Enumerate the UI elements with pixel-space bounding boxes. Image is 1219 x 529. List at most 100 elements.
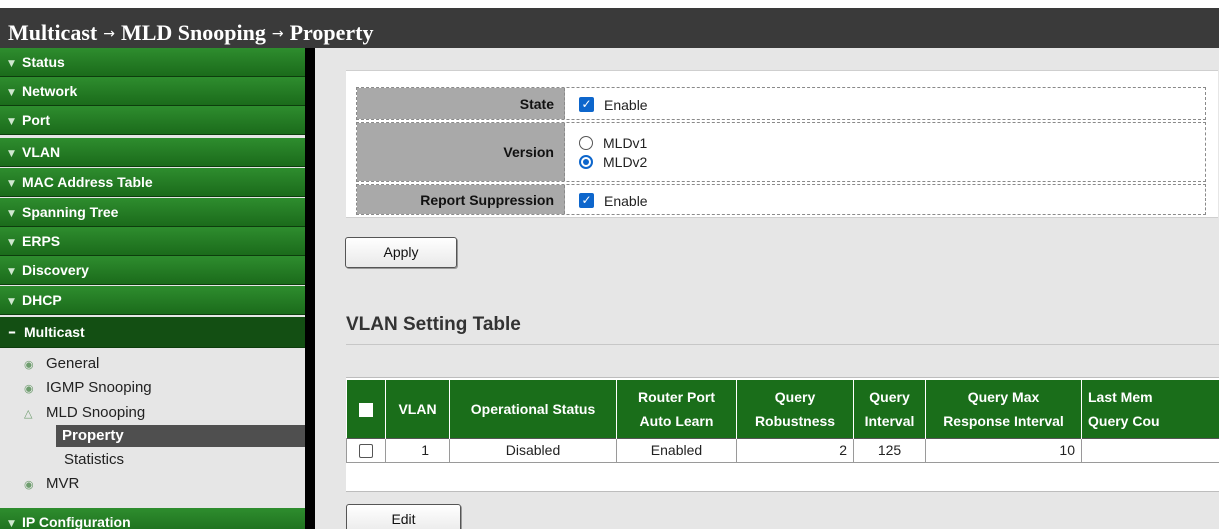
report-suppression-value: ✓ Enable [565, 185, 1205, 214]
header-query-interval: Query Interval [853, 380, 926, 438]
report-suppression-label: Report Suppression [357, 185, 565, 214]
cell-router-port-auto-learn: Enabled [616, 437, 737, 463]
header-query-max-response-interval: Query Max Response Interval [925, 380, 1082, 438]
mldv1-radio[interactable] [579, 135, 593, 150]
cell-last-member-query-count [1081, 437, 1219, 463]
header-line: Query Max [967, 388, 1040, 405]
apply-button[interactable]: Apply [345, 237, 457, 268]
state-label: State [357, 88, 565, 119]
sidebar-item-status[interactable]: ▼ Status [0, 48, 305, 77]
sidebar-item-erps[interactable]: ▼ ERPS [0, 227, 305, 256]
sidebar-item-label: MAC Address Table [22, 174, 153, 190]
state-value: ✓ Enable [565, 88, 1205, 119]
cell-operational-status: Disabled [449, 437, 617, 463]
sidebar: ▼ Status ▼ Network ▼ Port ▼ VLAN ▼ MAC Addres… [0, 48, 305, 529]
select-all-checkbox[interactable] [358, 403, 373, 418]
sidebar-subitem-mvr[interactable]: ◉ MVR [0, 472, 305, 495]
bullet-icon: ◉ [24, 478, 34, 491]
expand-icon: ▼ [8, 59, 15, 69]
sidebar-subitem-mld-snooping[interactable]: △ MLD Snooping [0, 401, 305, 424]
sidebar-item-network[interactable]: ▼ Network [0, 77, 305, 106]
property-form: State ✓ Enable Version MLDv1 MLDv2 Repor… [346, 70, 1218, 218]
row-select-checkbox[interactable] [359, 444, 373, 459]
sidebar-leaf-statistics[interactable]: Statistics [60, 449, 128, 471]
expand-icon: ▼ [8, 209, 15, 219]
header-operational-status: Operational Status [449, 380, 617, 438]
page-title: Multicast → MLD Snooping → Property [8, 20, 373, 46]
header-router-port-auto-learn: Router Port Auto Learn [616, 380, 737, 438]
mldv2-radio[interactable] [579, 154, 593, 169]
sidebar-subitem-label: MVR [46, 475, 80, 492]
sidebar-subitem-general[interactable]: ◉ General [0, 352, 305, 375]
header-line: Response Interval [943, 412, 1064, 429]
section-divider [346, 344, 1219, 345]
cell-query-interval: 125 [853, 437, 926, 463]
select-all-header [346, 380, 386, 438]
main-content: State ✓ Enable Version MLDv1 MLDv2 Repor… [315, 48, 1219, 529]
expand-icon: ▼ [8, 238, 15, 248]
collapse-icon: – [8, 322, 16, 341]
sidebar-subitem-igmp-snooping[interactable]: ◉ IGMP Snooping [0, 376, 305, 399]
table-header-row: VLAN Operational Status Router Port Auto … [346, 380, 1219, 438]
expand-icon: ▼ [8, 297, 15, 307]
vlan-setting-table: VLAN Operational Status Router Port Auto … [346, 377, 1219, 492]
row-select-cell [346, 437, 386, 463]
sidebar-item-label: Network [22, 83, 78, 99]
sidebar-item-port[interactable]: ▼ Port [0, 106, 305, 135]
sidebar-leaf-property[interactable]: Property [56, 425, 305, 447]
bullet-icon: ◉ [24, 382, 34, 395]
header-vlan: VLAN [385, 380, 450, 438]
cell-vlan: 1 [385, 437, 450, 463]
title-bar: Multicast → MLD Snooping → Property [0, 8, 1219, 48]
state-enable-label: Enable [604, 96, 648, 113]
header-line: Interval [864, 412, 915, 429]
version-label: Version [357, 123, 565, 181]
expand-icon: ▼ [8, 149, 15, 159]
expand-icon: ▼ [8, 267, 15, 277]
header-line: Query [869, 388, 910, 405]
cell-query-robustness: 2 [736, 437, 854, 463]
sidebar-item-label: IP Configuration [22, 514, 131, 529]
bullet-open-icon: △ [24, 407, 33, 420]
sidebar-item-discovery[interactable]: ▼ Discovery [0, 256, 305, 285]
breadcrumb-arrow-icon: → [103, 26, 115, 42]
cell-query-max-response-interval: 10 [925, 437, 1082, 463]
header-line: Robustness [754, 412, 836, 429]
mldv2-label: MLDv2 [603, 153, 648, 170]
report-suppression-checkbox[interactable]: ✓ [579, 193, 594, 208]
sidebar-item-label: Discovery [22, 262, 89, 278]
breadcrumb-mld-snooping: MLD Snooping [120, 20, 266, 45]
header-last-member-query-count: Last Mem Query Cou [1081, 380, 1219, 438]
table-row[interactable]: 1 Disabled Enabled 2 125 10 [346, 437, 1219, 463]
sidebar-item-label: DHCP [22, 292, 62, 308]
sidebar-subitem-label: MLD Snooping [46, 404, 146, 421]
sidebar-divider [305, 48, 315, 529]
sidebar-item-multicast[interactable]: – Multicast [0, 317, 305, 348]
sidebar-item-label: Spanning Tree [22, 204, 119, 220]
sidebar-item-label: Multicast [24, 324, 85, 340]
header-line: Query Cou [1088, 412, 1160, 429]
sidebar-item-ip-configuration[interactable]: ▼ IP Configuration [0, 508, 305, 529]
version-value: MLDv1 MLDv2 [565, 123, 1205, 181]
vlan-setting-table-title: VLAN Setting Table [346, 314, 521, 335]
sidebar-item-dhcp[interactable]: ▼ DHCP [0, 286, 305, 315]
sidebar-item-label: VLAN [22, 144, 61, 160]
state-row: State ✓ Enable [356, 87, 1206, 120]
state-enable-checkbox[interactable]: ✓ [579, 97, 594, 112]
bullet-icon: ◉ [24, 358, 34, 371]
sidebar-item-label: Status [22, 54, 65, 70]
sidebar-item-vlan[interactable]: ▼ VLAN [0, 138, 305, 167]
expand-icon: ▼ [8, 519, 15, 529]
sidebar-item-mac-address-table[interactable]: ▼ MAC Address Table [0, 168, 305, 197]
expand-icon: ▼ [8, 117, 15, 127]
expand-icon: ▼ [8, 88, 15, 98]
report-suppression-enable-label: Enable [604, 192, 648, 209]
sidebar-subitem-label: IGMP Snooping [46, 379, 152, 396]
sidebar-item-spanning-tree[interactable]: ▼ Spanning Tree [0, 198, 305, 227]
header-line: Router Port [638, 388, 715, 405]
sidebar-subitem-label: General [46, 355, 100, 372]
edit-button[interactable]: Edit [346, 504, 461, 529]
header-line: Auto Learn [639, 412, 714, 429]
header-line: Query [774, 388, 816, 405]
header-query-robustness: Query Robustness [736, 380, 854, 438]
